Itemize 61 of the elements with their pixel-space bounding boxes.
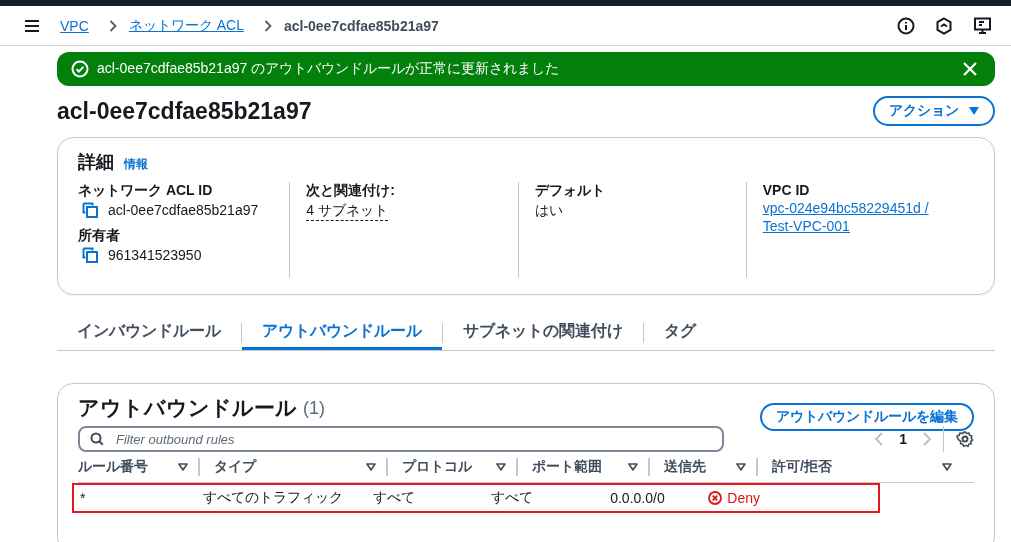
- table-cell: 0.0.0.0/0: [610, 490, 665, 506]
- x-circle-icon: [708, 491, 723, 505]
- sort-icon[interactable]: [496, 463, 506, 471]
- tab[interactable]: アウトバウンドルール: [242, 315, 442, 350]
- search-icon: [90, 432, 104, 446]
- breadcrumb-link[interactable]: VPC: [60, 17, 89, 34]
- actions-button[interactable]: アクション: [873, 96, 995, 126]
- tab[interactable]: タグ: [644, 315, 716, 350]
- vpc-link[interactable]: vpc-024e94bc58229451d /: [762, 200, 929, 216]
- sort-icon[interactable]: [942, 463, 952, 471]
- field-label: 次と関連付け:: [306, 182, 395, 200]
- caret-down-icon: [969, 107, 979, 115]
- success-message: acl-0ee7cdfae85b21a97 のアウトバウンドルールが正常に更新されました: [97, 60, 560, 78]
- copy-icon[interactable]: [82, 247, 98, 263]
- tab[interactable]: サブネットの関連付け: [443, 315, 643, 350]
- check-circle-icon: [71, 60, 89, 78]
- field-label: VPC ID: [762, 182, 810, 198]
- sort-icon[interactable]: [628, 463, 638, 471]
- field-value: はい: [534, 202, 563, 220]
- field-value: 961341523950: [108, 247, 202, 263]
- page-title: acl-0ee7cdfae85b21a97: [57, 97, 312, 125]
- info-link[interactable]: 情報: [124, 156, 148, 173]
- table-cell: Deny: [727, 490, 761, 506]
- table-title: アウトバウンドルール: [78, 395, 297, 421]
- monitor-icon[interactable]: [973, 16, 993, 35]
- tab[interactable]: インバウンドルール: [57, 315, 241, 350]
- settings-icon[interactable]: [956, 430, 974, 448]
- chevron-right-icon: [108, 19, 117, 32]
- popover-trigger[interactable]: 4 サブネット: [306, 202, 388, 221]
- field-label: ネットワーク ACL ID: [78, 182, 213, 200]
- field-value: acl-0ee7cdfae85b21a97: [108, 202, 259, 218]
- section-title: 詳細: [78, 151, 114, 174]
- sort-icon[interactable]: [736, 463, 746, 471]
- breadcrumb-link[interactable]: ネットワーク ACL: [128, 16, 244, 35]
- breadcrumb-current: acl-0ee7cdfae85b21a97: [283, 17, 439, 34]
- menu-icon[interactable]: [24, 18, 40, 33]
- field-label: デフォルト: [534, 182, 605, 200]
- vpc-name-link[interactable]: Test-VPC-001: [762, 218, 850, 234]
- table-cell: すべてのトラフィック: [203, 489, 344, 505]
- search-field[interactable]: Filter outbound rules: [78, 426, 724, 452]
- sort-icon[interactable]: [366, 463, 376, 471]
- info-icon[interactable]: [897, 16, 915, 35]
- copy-icon[interactable]: [82, 202, 98, 218]
- page-number[interactable]: 1: [899, 431, 907, 447]
- hexagon-icon[interactable]: [935, 16, 953, 35]
- table-cell: *: [80, 490, 86, 506]
- sort-icon[interactable]: [178, 463, 188, 471]
- table-row[interactable]: * すべてのトラフィック すべて すべて 0.0.0.0/0 Deny: [72, 483, 880, 513]
- column-header: 送信先: [664, 458, 706, 476]
- column-header: プロトコル: [402, 458, 472, 476]
- column-header: タイプ: [214, 458, 256, 476]
- edit-rules-button[interactable]: アウトバウンドルールを編集: [760, 403, 974, 431]
- rule-count: (1): [303, 397, 325, 419]
- column-header: ルール番号: [78, 458, 148, 476]
- field-label: 所有者: [78, 227, 120, 245]
- column-header: ポート範囲: [532, 458, 602, 476]
- table-cell: すべて: [490, 489, 533, 505]
- close-icon[interactable]: [963, 62, 977, 76]
- table-cell: すべて: [372, 489, 415, 505]
- column-header: 許可/拒否: [772, 458, 832, 476]
- chevron-right-icon: [263, 19, 272, 32]
